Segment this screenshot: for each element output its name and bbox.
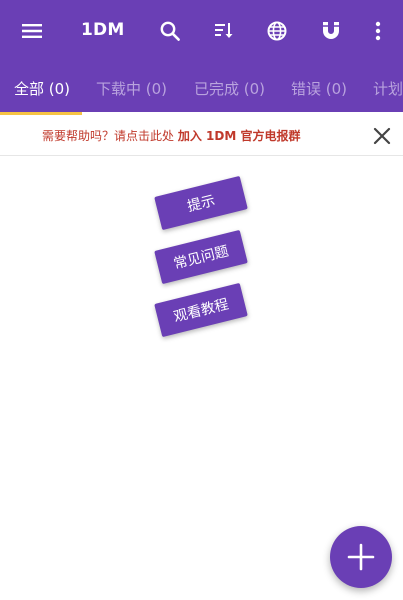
tab-error[interactable]: 错误 (0) — [291, 78, 347, 99]
tutorial-button[interactable]: 观看教程 — [154, 282, 248, 338]
app-title: 1DM — [81, 20, 125, 40]
tab-completed[interactable]: 已完成 (0) — [194, 78, 265, 99]
menu-icon[interactable] — [17, 16, 47, 46]
sort-icon[interactable] — [209, 16, 239, 46]
magnet-icon[interactable] — [316, 16, 346, 46]
tab-scheduled[interactable]: 计划 — [373, 78, 403, 99]
help-text: 需要帮助吗？请点击此处 加入 1DM 官方电报群 — [42, 127, 300, 144]
faq-button[interactable]: 常见问题 — [154, 229, 248, 285]
search-icon[interactable] — [155, 16, 185, 46]
top-toolbar: 1DM — [0, 0, 403, 62]
help-prompt: 需要帮助吗？请点击此处 — [42, 129, 175, 143]
add-download-button[interactable] — [330, 526, 392, 588]
more-vert-icon[interactable] — [363, 16, 393, 46]
help-banner: 需要帮助吗？请点击此处 加入 1DM 官方电报群 — [0, 115, 403, 156]
close-banner-button[interactable] — [370, 124, 394, 148]
app-bar: 1DM 全部 (0) 下载中 (0) 已完成 (0) 错误 (0) 计划 — [0, 0, 403, 112]
tab-all[interactable]: 全部 (0) — [14, 78, 70, 99]
tab-downloading[interactable]: 下载中 (0) — [96, 78, 167, 99]
close-icon — [373, 127, 391, 145]
tab-bar: 全部 (0) 下载中 (0) 已完成 (0) 错误 (0) 计划 — [0, 62, 403, 112]
tips-button[interactable]: 提示 — [154, 175, 248, 231]
plus-icon — [347, 543, 375, 571]
browser-icon[interactable] — [262, 16, 292, 46]
telegram-group-link[interactable]: 加入 1DM 官方电报群 — [178, 129, 301, 143]
